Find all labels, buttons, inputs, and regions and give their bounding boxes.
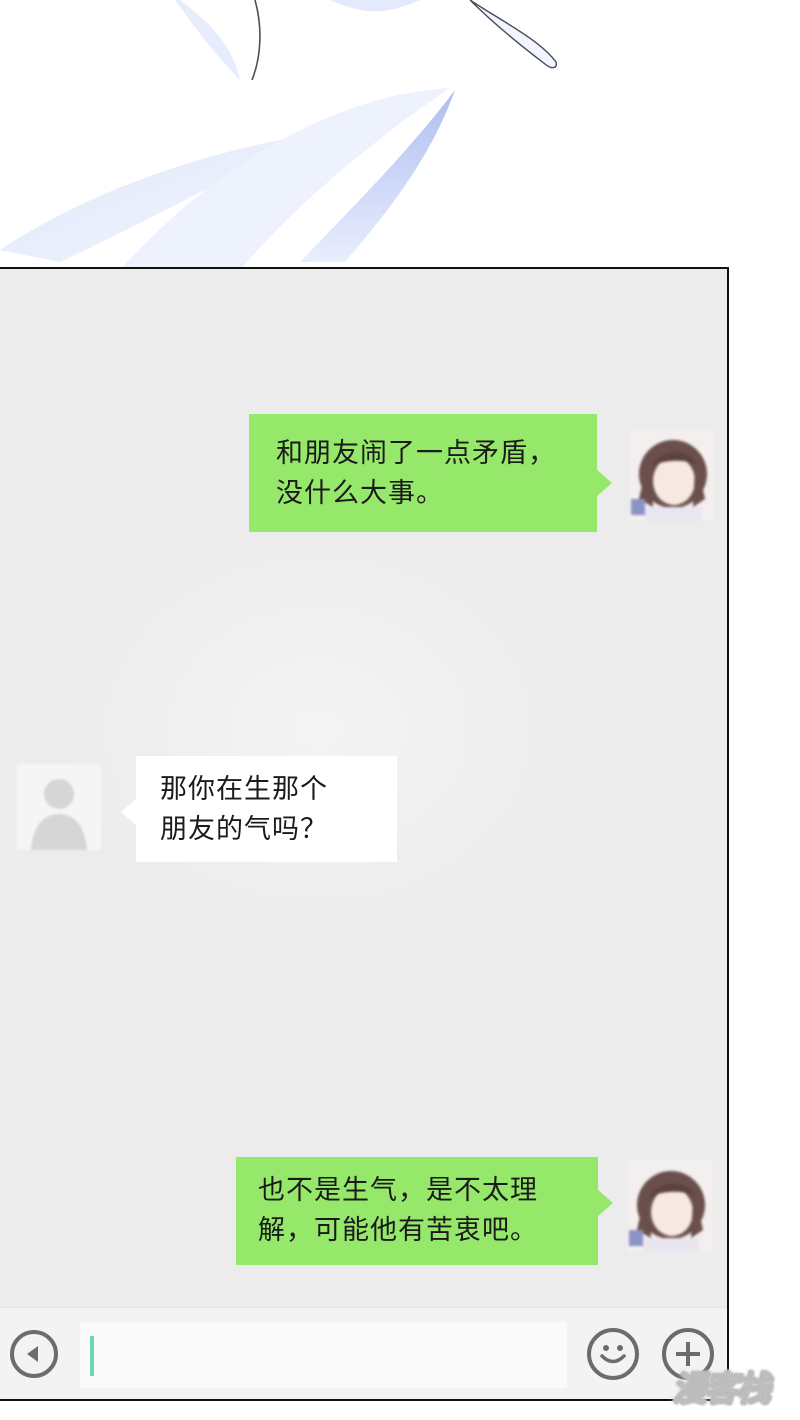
avatar-self[interactable] — [629, 429, 715, 521]
message-text: 也不是生气，是不太理 解，可能他有苦衷吧。 — [258, 1171, 580, 1251]
chat-input-bar — [0, 1307, 727, 1399]
person-silhouette-icon — [17, 764, 101, 850]
message-bubble-sent: 和朋友闹了一点矛盾， 没什么大事。 — [249, 414, 597, 532]
background-glow — [58, 519, 578, 939]
message-text: 和朋友闹了一点矛盾， 没什么大事。 — [276, 434, 575, 514]
chat-screen: 和朋友闹了一点矛盾， 没什么大事。 那你在生那个 朋友的气吗？ 也不是生气，是不… — [0, 267, 729, 1401]
girl-avatar-icon — [627, 1160, 713, 1252]
decorative-brush-strokes — [0, 0, 558, 270]
message-line: 没什么大事。 — [276, 478, 444, 509]
bubble-tail — [597, 1189, 613, 1217]
text-caret — [90, 1336, 94, 1376]
avatar-contact[interactable] — [17, 764, 101, 850]
emoji-button[interactable] — [587, 1328, 639, 1380]
smiley-icon — [600, 1345, 626, 1364]
speaker-icon — [27, 1346, 38, 1362]
voice-button[interactable] — [10, 1330, 58, 1378]
message-input[interactable] — [80, 1322, 567, 1388]
site-watermark: 漫客栈 — [668, 1360, 794, 1412]
message-line: 解，可能他有苦衷吧。 — [258, 1215, 538, 1246]
bubble-tail — [596, 469, 612, 497]
message-bubble-received: 那你在生那个 朋友的气吗？ — [136, 756, 397, 862]
bubble-tail — [121, 799, 136, 825]
watermark-logo: 漫客栈 — [671, 1368, 775, 1409]
message-line: 也不是生气，是不太理 — [258, 1175, 538, 1206]
message-line: 那你在生那个 — [160, 774, 328, 805]
avatar-self[interactable] — [627, 1160, 713, 1252]
comic-panel: 和朋友闹了一点矛盾， 没什么大事。 那你在生那个 朋友的气吗？ 也不是生气，是不… — [0, 0, 800, 1420]
message-line: 和朋友闹了一点矛盾， — [276, 438, 556, 469]
message-line: 朋友的气吗？ — [160, 814, 328, 845]
svg-text:漫客栈: 漫客栈 — [672, 1369, 773, 1409]
message-text: 那你在生那个 朋友的气吗？ — [160, 770, 379, 850]
message-bubble-sent: 也不是生气，是不太理 解，可能他有苦衷吧。 — [236, 1157, 598, 1265]
girl-avatar-icon — [629, 429, 715, 521]
